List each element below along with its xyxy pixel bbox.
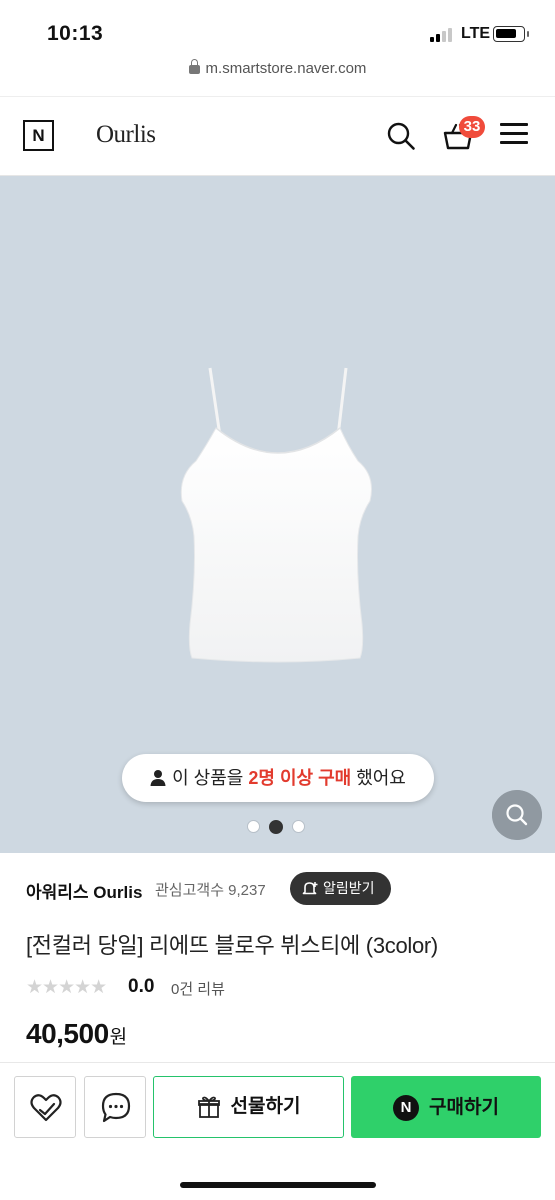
status-bar: 10:13 LTE <box>0 0 555 58</box>
store-name[interactable]: 아워리스 Ourlis <box>26 878 142 903</box>
status-time: 10:13 <box>47 22 104 45</box>
price-value: 40,500 <box>26 1018 109 1049</box>
gallery-dot[interactable] <box>292 820 305 834</box>
store-header: N Ourlis 33 <box>0 96 555 176</box>
person-icon <box>150 770 166 786</box>
gallery-dot[interactable] <box>269 819 283 834</box>
home-indicator[interactable] <box>180 1182 376 1188</box>
rating-score: 0.0 <box>128 976 155 997</box>
naver-n-logo[interactable]: N <box>23 120 54 151</box>
gallery-dot[interactable] <box>247 820 260 834</box>
follower-count: 관심고객수 9,237 <box>155 882 266 899</box>
alarm-label: 알림받기 <box>323 880 375 896</box>
url-text: m.smartstore.naver.com <box>205 60 367 77</box>
lock-icon <box>188 59 200 74</box>
product-price: 40,500원 <box>26 1018 127 1050</box>
gift-icon <box>197 1096 220 1118</box>
buy-label: 구매하기 <box>429 1097 499 1118</box>
gift-label: 선물하기 <box>230 1096 301 1117</box>
signal-icon <box>430 28 454 42</box>
address-bar[interactable]: m.smartstore.naver.com <box>0 59 555 90</box>
review-count: 0건 리뷰 <box>171 981 225 998</box>
network-label: LTE <box>461 25 491 42</box>
brand-logo[interactable]: Ourlis <box>96 121 156 149</box>
chat-bubble-icon <box>101 1092 131 1123</box>
battery-icon <box>493 26 529 42</box>
bottom-action-bar: 선물하기 N 구매하기 <box>0 1062 555 1200</box>
star-rating-icons: ★★★★★ <box>26 976 107 998</box>
notice-suffix: 했어요 <box>351 768 406 788</box>
menu-icon[interactable] <box>500 123 528 145</box>
buy-button[interactable]: N 구매하기 <box>351 1076 541 1138</box>
gallery-pagination[interactable] <box>247 818 314 834</box>
purchase-count-notice: 이 상품을 2명 이상 구매 했어요 <box>122 754 434 802</box>
store-info: 아워리스 Ourlis 관심고객수 9,237 알림받기 <box>26 872 536 906</box>
cart-count-badge: 33 <box>459 116 485 138</box>
heart-check-icon <box>30 1094 62 1122</box>
notice-highlight: 2명 이상 구매 <box>248 768 352 788</box>
search-icon[interactable] <box>386 121 416 151</box>
product-title: [전컬러 당일] 리에뜨 블로우 뷔스티에 (3color) <box>26 933 438 958</box>
price-currency: 원 <box>109 1027 127 1048</box>
npay-icon: N <box>393 1095 420 1121</box>
product-image <box>180 367 372 663</box>
talk-button[interactable] <box>84 1076 146 1138</box>
zoom-button[interactable] <box>492 790 542 840</box>
bell-plus-icon <box>302 882 318 895</box>
alarm-button[interactable]: 알림받기 <box>290 872 391 905</box>
notice-prefix: 이 상품을 <box>172 768 249 788</box>
product-image-gallery[interactable]: 이 상품을 2명 이상 구매 했어요 <box>0 176 555 853</box>
gift-button[interactable]: 선물하기 <box>153 1076 344 1138</box>
wishlist-button[interactable] <box>14 1076 76 1138</box>
